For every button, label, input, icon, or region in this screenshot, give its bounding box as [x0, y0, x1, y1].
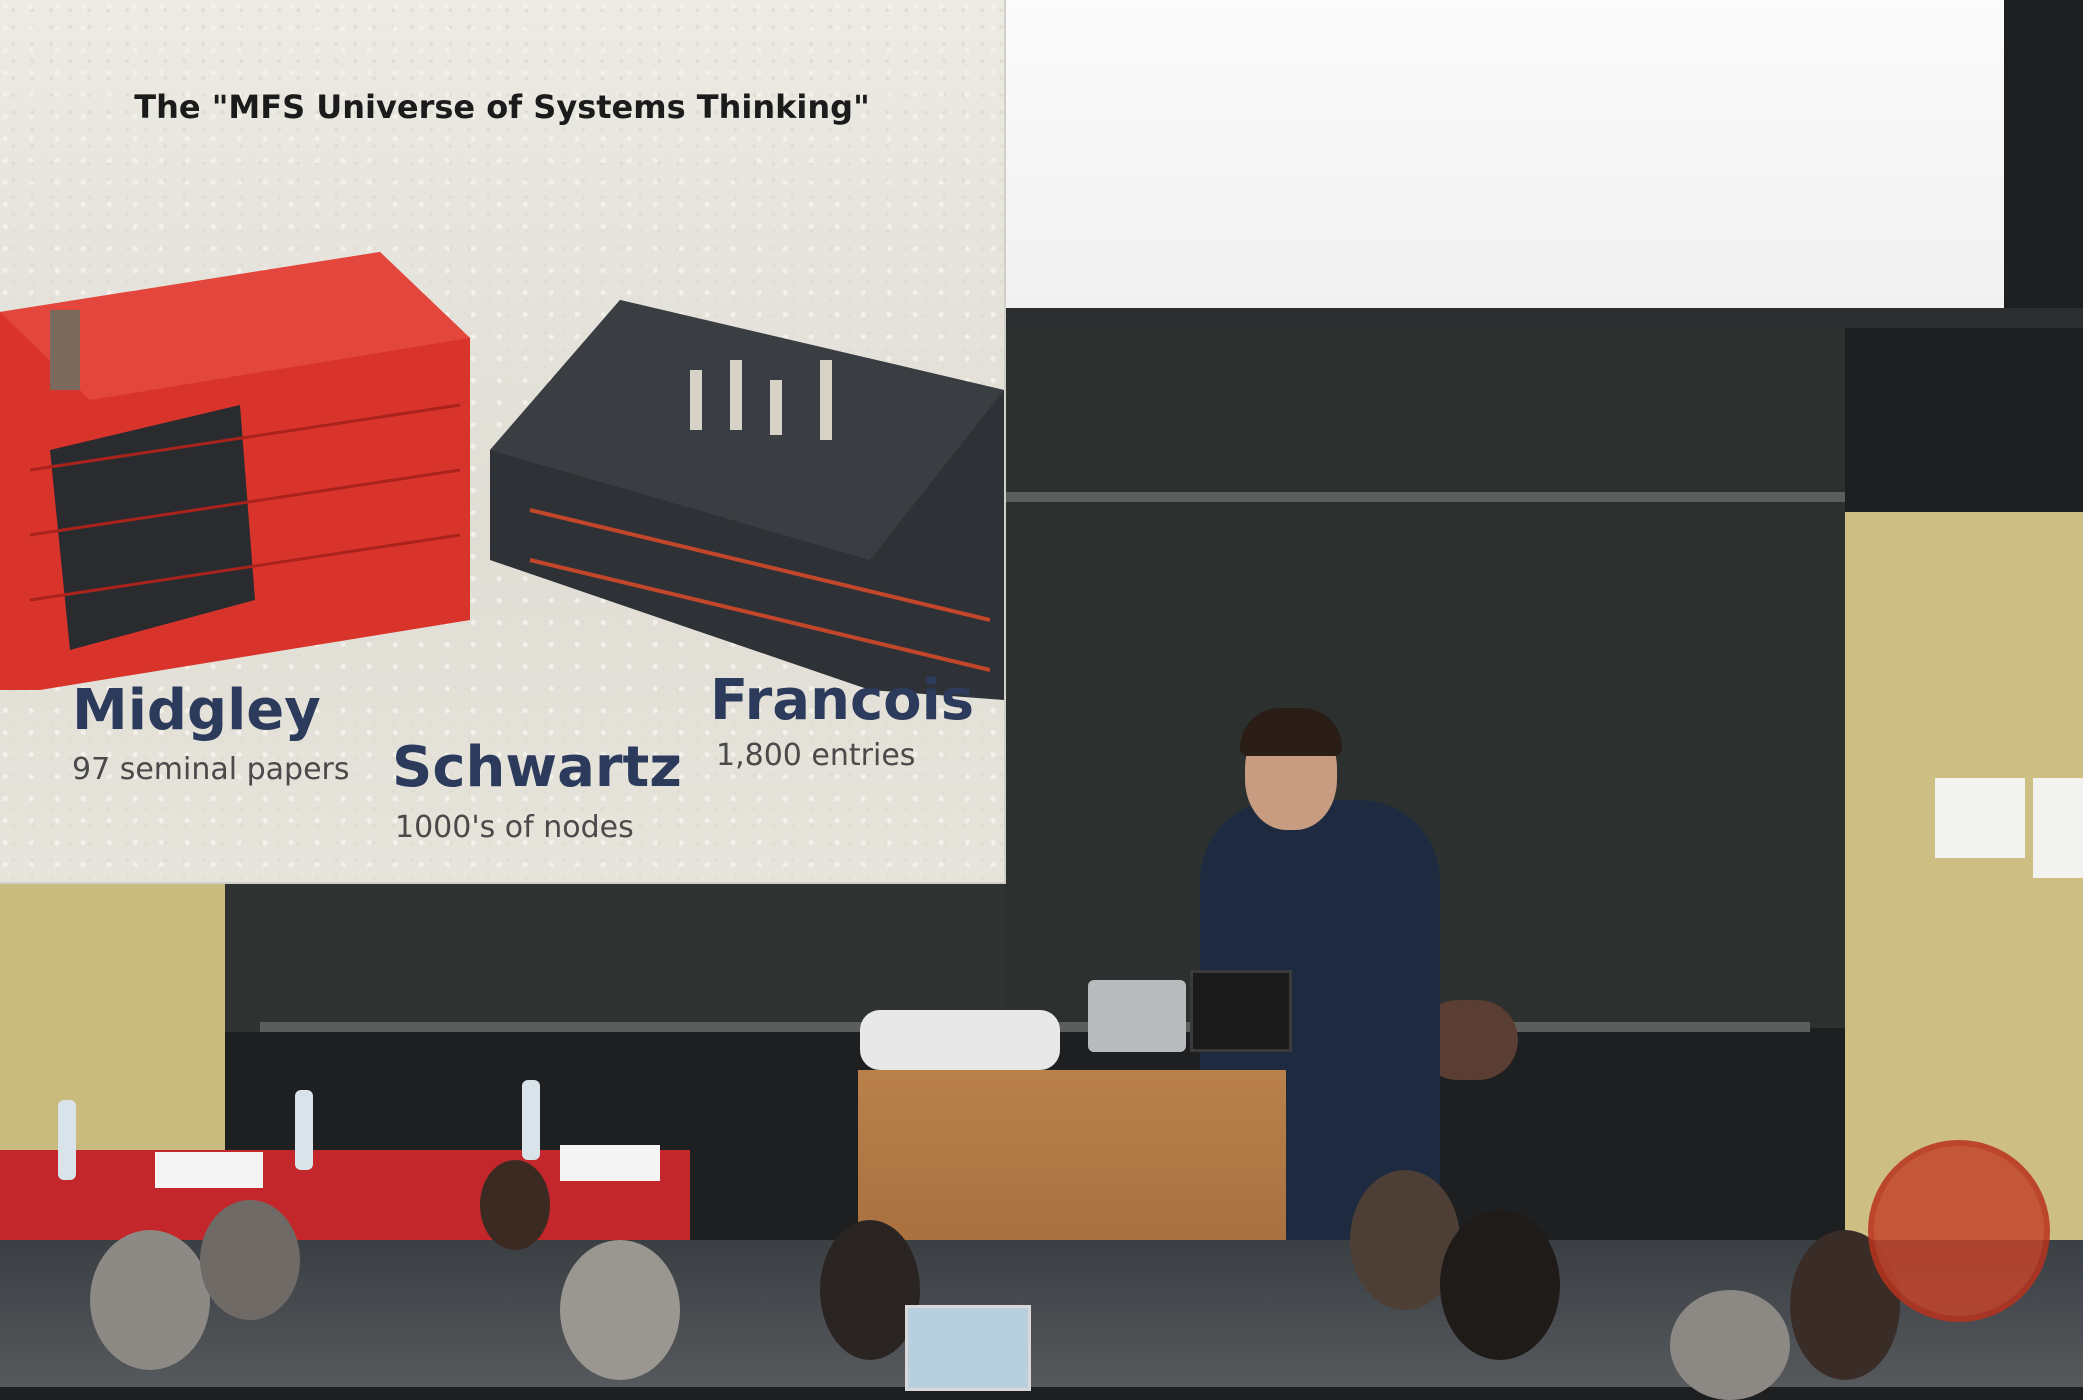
screen-housing [1004, 308, 2083, 328]
university-seal [1868, 1140, 2050, 1322]
laptop-screen [905, 1305, 1031, 1391]
author-detail: 1000's of nodes [395, 810, 634, 845]
audience-head [480, 1160, 550, 1250]
audience-head [200, 1200, 300, 1320]
audience-head [1440, 1210, 1560, 1360]
posted-notice [1935, 778, 2025, 858]
author-detail: 1,800 entries [716, 738, 916, 773]
audience-head [560, 1240, 680, 1380]
lecture-hall-scene: The "MFS Universe of Systems Thinking" M… [0, 0, 2083, 1400]
water-bottle [295, 1090, 313, 1170]
name-card [155, 1152, 263, 1188]
laptop [1088, 980, 1186, 1052]
author-name: Schwartz [392, 735, 682, 800]
water-bottle [522, 1080, 540, 1160]
audience-head [1670, 1290, 1790, 1400]
audience-head [90, 1230, 210, 1370]
author-name: Francois [710, 668, 975, 733]
cables-and-papers [860, 1010, 1060, 1070]
podium-monitor [1190, 970, 1292, 1052]
slide-inset: The "MFS Universe of Systems Thinking" M… [0, 0, 1004, 882]
chalkboard-rail [1004, 492, 1845, 502]
water-bottle [58, 1100, 76, 1180]
book-cover-image [50, 310, 80, 390]
author-detail: 97 seminal papers [72, 752, 350, 787]
posted-notice [2033, 778, 2083, 878]
name-card [560, 1145, 660, 1181]
projection-screen [1004, 0, 2004, 308]
author-name: Midgley [72, 678, 321, 743]
